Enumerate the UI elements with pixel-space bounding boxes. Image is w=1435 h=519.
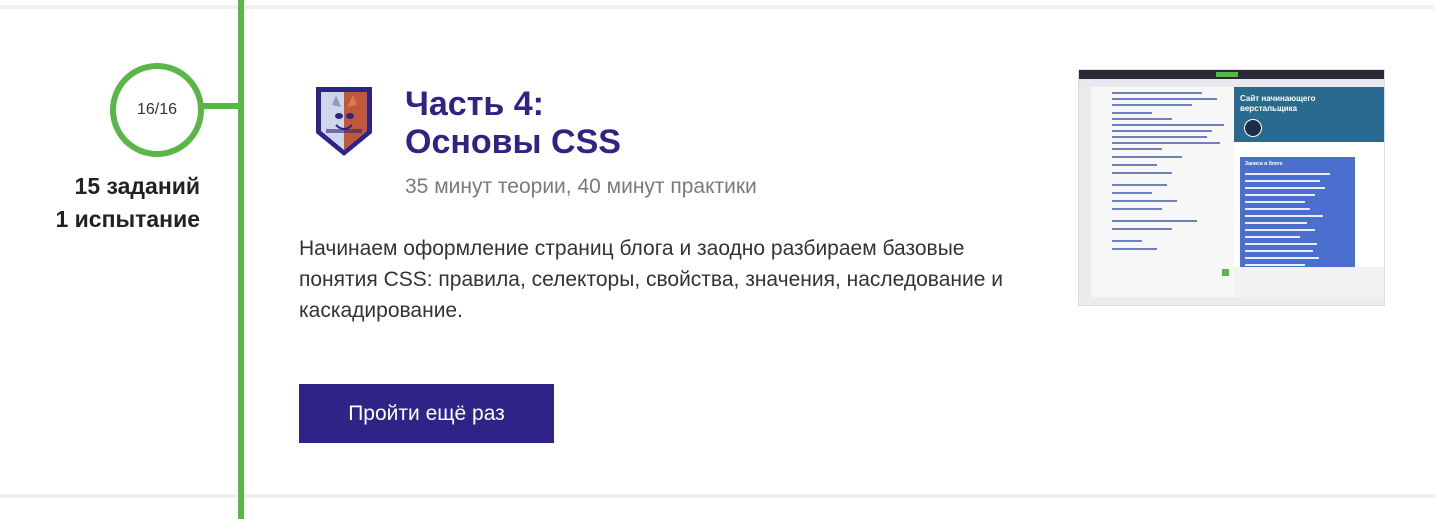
retry-button[interactable]: Пройти ещё раз [299, 384, 554, 443]
course-title-line2: Основы CSS [405, 123, 621, 161]
preview-card-title: Записи в блоге [1245, 161, 1283, 167]
course-stats: 15 заданий 1 испытание [55, 170, 200, 236]
course-title: Часть 4: Основы CSS [405, 85, 621, 161]
fox-badge-icon [316, 87, 372, 156]
course-title-line1: Часть 4: [405, 85, 544, 123]
trials-count: 1 испытание [55, 206, 200, 232]
preview-editor-tabs [1079, 79, 1384, 87]
preview-console [1234, 267, 1384, 297]
course-duration: 35 минут теории, 40 минут практики [405, 175, 757, 198]
divider-top [0, 5, 1435, 9]
course-description: Начинаем оформление страниц блога и заод… [299, 237, 1003, 322]
progress-label: 16/16 [136, 101, 178, 118]
progress-circle: 16/16 [110, 63, 204, 157]
preview-line-gutter [1079, 87, 1091, 305]
preview-page-header: Сайт начинающего верстальщика [1234, 87, 1384, 142]
preview-avatar [1244, 119, 1262, 137]
preview-check-button [1216, 72, 1238, 77]
divider-bottom [0, 494, 1435, 498]
tasks-count: 15 заданий [74, 173, 200, 199]
preview-code-area [1095, 88, 1225, 293]
preview-page-title: Сайт начинающего верстальщика [1240, 94, 1316, 113]
preview-console-button [1222, 269, 1229, 276]
preview-bottom-bar [1079, 297, 1384, 305]
preview-blog-card: Записи в блоге [1240, 157, 1355, 282]
timeline-line [238, 0, 244, 519]
course-preview-screenshot[interactable]: Сайт начинающего верстальщика Записи в б… [1079, 70, 1384, 305]
